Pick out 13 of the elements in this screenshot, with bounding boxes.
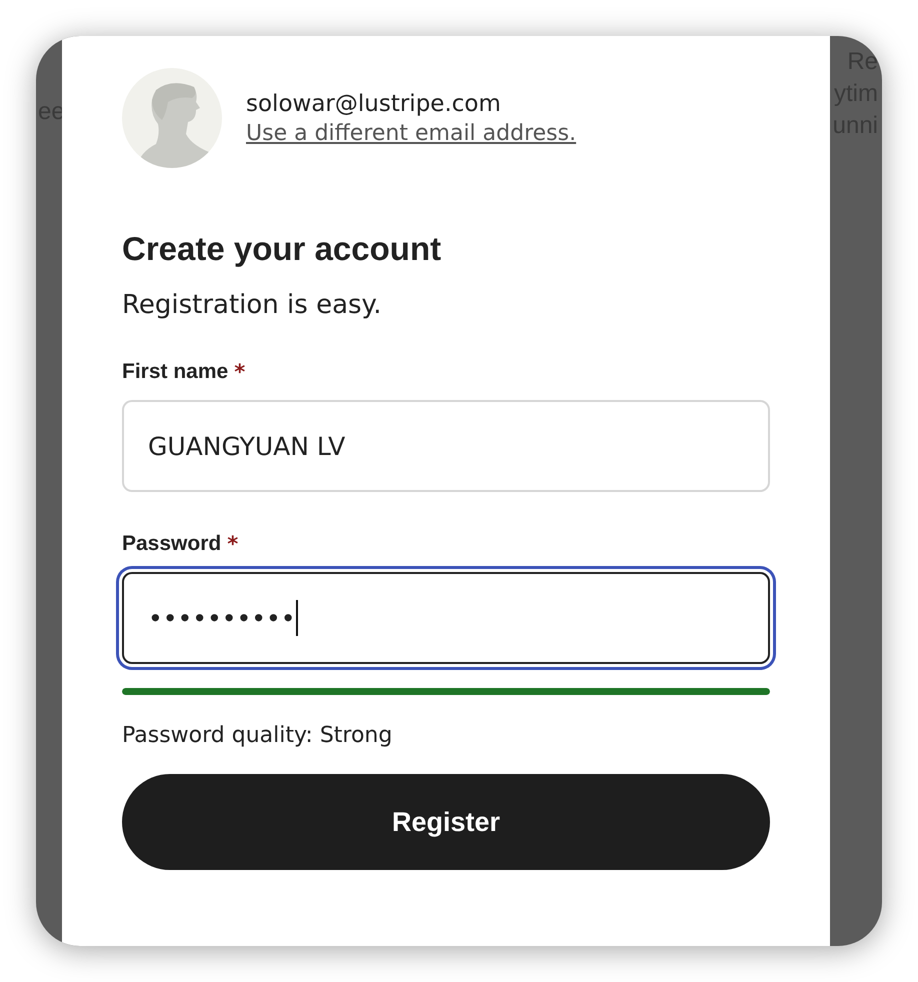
register-button[interactable]: Register [122, 774, 770, 870]
required-mark: * [234, 360, 246, 384]
field-label: First name [122, 360, 228, 384]
text-cursor [296, 600, 298, 636]
required-mark: * [227, 532, 238, 556]
form-subtitle: Registration is easy. [122, 290, 383, 320]
account-email: solowar@lustripe.com [246, 90, 502, 116]
password-quality: Password quality: Strong [122, 723, 394, 748]
field-label: Password [122, 532, 222, 556]
avatar-icon [122, 68, 222, 168]
form-title: Create your account [122, 230, 442, 268]
input-field[interactable]: GUANGYUAN LV [122, 400, 770, 492]
change-email-link[interactable]: Use a different email address. [246, 120, 576, 146]
